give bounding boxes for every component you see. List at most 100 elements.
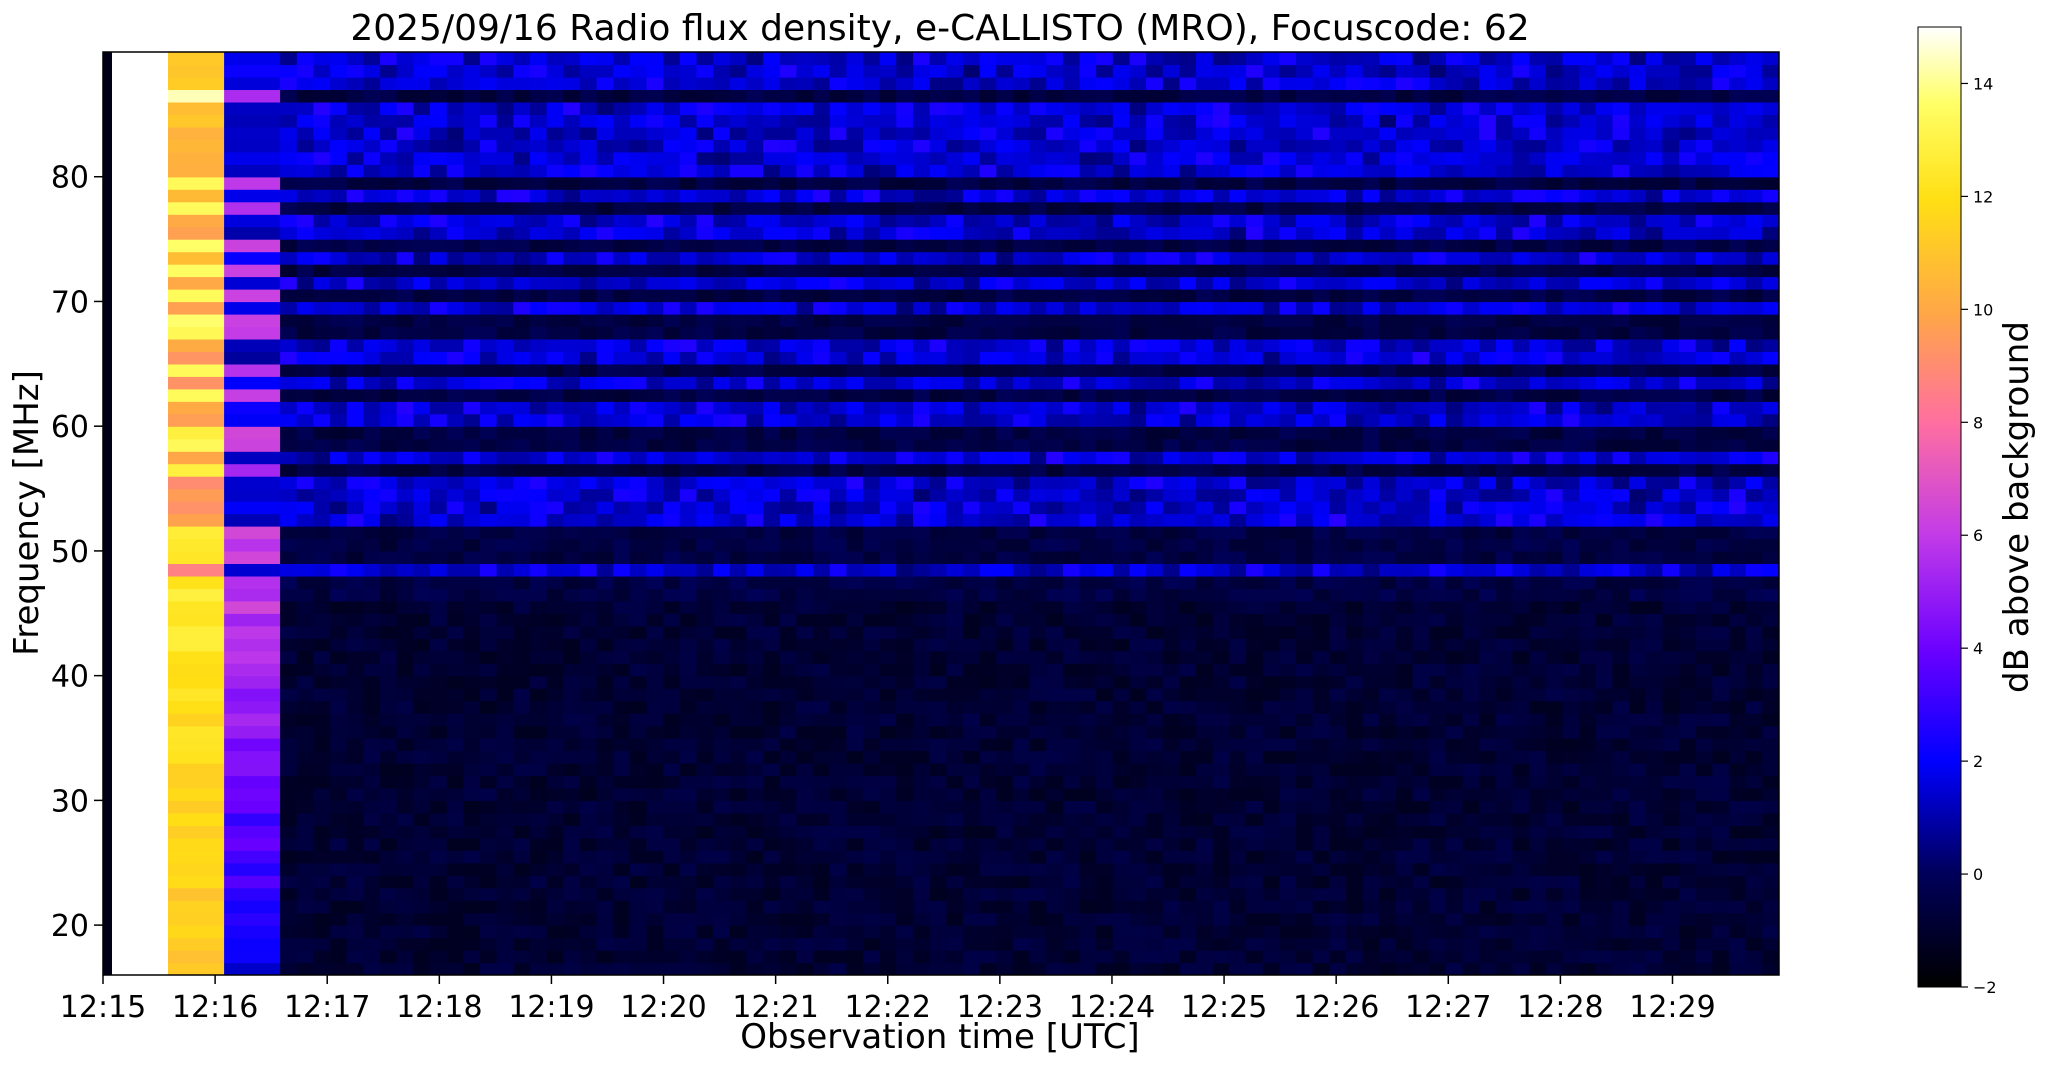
heatmap-cell (1296, 139, 1314, 153)
heatmap-cell (1162, 650, 1181, 664)
heatmap-cell (696, 787, 714, 801)
heatmap-cell (296, 962, 315, 975)
heatmap-cell (896, 76, 914, 90)
heatmap-cell (496, 251, 514, 265)
heatmap-cell (962, 688, 981, 702)
heatmap-cell (929, 625, 947, 639)
heatmap-cell (896, 89, 914, 103)
heatmap-cell (646, 413, 664, 427)
heatmap-cell (280, 625, 298, 639)
heatmap-cell (112, 164, 169, 178)
heatmap-cell (103, 114, 113, 128)
heatmap-cell (280, 438, 298, 452)
heatmap-cell (1146, 351, 1164, 365)
heatmap-cell (1129, 563, 1147, 577)
heatmap-cell (546, 226, 564, 240)
heatmap-cell (1312, 763, 1330, 777)
heatmap-cell (1096, 588, 1114, 602)
heatmap-cell (529, 725, 548, 739)
heatmap-cell (313, 501, 331, 515)
heatmap-cell (1129, 376, 1147, 390)
heatmap-cell (430, 763, 448, 777)
heatmap-cell (296, 451, 315, 465)
heatmap-cell (1279, 538, 1297, 552)
heatmap-cell (813, 538, 831, 552)
heatmap-cell (1179, 313, 1197, 327)
heatmap-cell (946, 900, 964, 914)
heatmap-cell (296, 289, 315, 303)
heatmap-cell (1062, 426, 1081, 440)
heatmap-cell (863, 463, 881, 477)
heatmap-cell (879, 825, 897, 839)
heatmap-cell (1296, 426, 1314, 440)
heatmap-cell (913, 438, 931, 452)
heatmap-cell (663, 937, 681, 951)
heatmap-cell (829, 850, 847, 864)
heatmap-cell (496, 488, 514, 502)
heatmap-cell (313, 289, 331, 303)
heatmap-cell (480, 862, 498, 876)
heatmap-cell (380, 538, 398, 552)
heatmap-cell (346, 376, 364, 390)
heatmap-cell (1179, 925, 1197, 939)
heatmap-cell (663, 763, 681, 777)
heatmap-cell (813, 750, 831, 764)
heatmap-cell (663, 800, 681, 814)
heatmap-cell (763, 52, 781, 66)
heatmap-cell (1312, 600, 1330, 614)
heatmap-cell (646, 501, 664, 515)
heatmap-cell (380, 812, 398, 826)
heatmap-cell (1112, 862, 1131, 876)
heatmap-cell (430, 313, 448, 327)
heatmap-cell (563, 351, 581, 365)
heatmap-cell (746, 937, 764, 951)
heatmap-cell (829, 650, 847, 664)
heatmap-cell (1296, 476, 1314, 490)
heatmap-cell (929, 588, 947, 602)
heatmap-cell (879, 550, 897, 564)
heatmap-cell (829, 189, 847, 203)
heatmap-cell (1162, 862, 1181, 876)
heatmap-cell (763, 451, 781, 465)
heatmap-cell (280, 900, 298, 914)
heatmap-cell (1329, 962, 1347, 975)
heatmap-cell (1296, 900, 1314, 914)
heatmap-cell (168, 276, 225, 290)
heatmap-cell (746, 351, 764, 365)
heatmap-cell (713, 575, 731, 589)
heatmap-cell (529, 413, 548, 427)
heatmap-cell (713, 313, 731, 327)
heatmap-cell (979, 837, 997, 851)
heatmap-cell (1329, 937, 1347, 951)
heatmap-cell (296, 663, 315, 677)
heatmap-cell (913, 164, 931, 178)
heatmap-cell (446, 338, 464, 352)
heatmap-cell (713, 950, 731, 964)
heatmap-cell (413, 363, 431, 377)
heatmap-cell (463, 363, 481, 377)
heatmap-cell (946, 76, 964, 90)
heatmap-cell (1262, 775, 1280, 789)
heatmap-cell (496, 151, 514, 165)
heatmap-cell (629, 239, 648, 253)
heatmap-cell (1129, 663, 1147, 677)
heatmap-cell (1179, 276, 1197, 290)
heatmap-cell (796, 126, 814, 140)
heatmap-cell (879, 76, 897, 90)
heatmap-cell (763, 787, 781, 801)
heatmap-cell (480, 588, 498, 602)
heatmap-cell (396, 326, 414, 340)
heatmap-cell (1196, 451, 1214, 465)
heatmap-cell (396, 575, 414, 589)
heatmap-cell (496, 887, 514, 901)
heatmap-cell (513, 688, 531, 702)
heatmap-cell (1112, 313, 1131, 327)
heatmap-cell (629, 675, 648, 689)
heatmap-cell (946, 850, 964, 864)
heatmap-cell (796, 264, 814, 278)
heatmap-cell (796, 962, 814, 975)
heatmap-cell (1179, 164, 1197, 178)
heatmap-cell (380, 89, 398, 103)
heatmap-cell (480, 164, 498, 178)
heatmap-cell (1096, 276, 1114, 290)
